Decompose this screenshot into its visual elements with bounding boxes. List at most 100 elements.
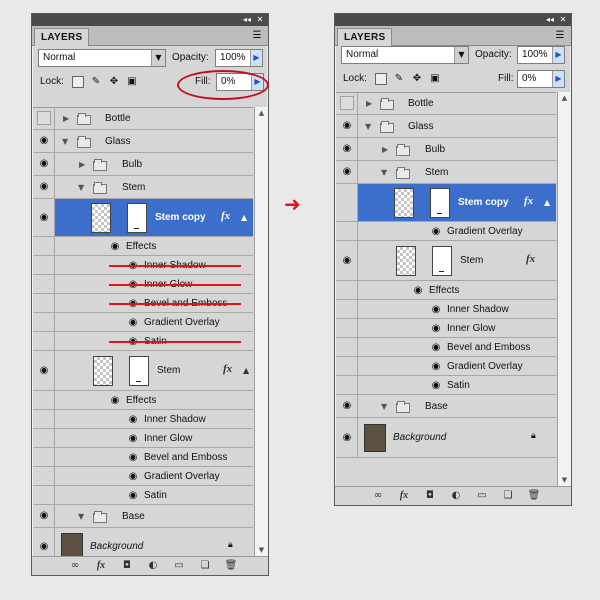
eye-icon[interactable]: ◉ [109, 242, 121, 252]
layer-row-background[interactable]: ◉ Background 🔒︎ [33, 528, 253, 556]
eye-icon[interactable]: ◉ [127, 472, 139, 482]
eye-icon[interactable]: ◉ [38, 366, 50, 376]
effect-row-inner-glow[interactable]: ◉ Inner Glow [33, 429, 253, 448]
tab-layers[interactable]: LAYERS [34, 28, 90, 46]
lock-position-icon[interactable]: ✥ [108, 76, 120, 88]
scroll-up-icon[interactable]: ▲ [558, 92, 571, 104]
visibility-toggle-off[interactable] [37, 111, 51, 125]
eye-icon[interactable]: ◉ [430, 227, 442, 237]
effect-row-gradient-overlay[interactable]: ◉ Gradient Overlay [33, 313, 253, 332]
delete-layer-icon[interactable]: 🗑︎ [224, 559, 238, 573]
collapse-arrow-icon[interactable]: ▼ [62, 137, 68, 147]
eye-icon[interactable]: ◉ [341, 401, 353, 411]
effects-row[interactable]: ◉ Effects [33, 237, 253, 256]
adjustment-layer-icon[interactable]: ◐ [449, 489, 463, 503]
scroll-up-icon[interactable]: ▲ [255, 107, 268, 119]
effect-row-gradient-overlay[interactable]: ◉ Gradient Overlay [336, 357, 556, 376]
opacity-field[interactable]: 100% ▶ [215, 49, 263, 67]
adjustment-layer-icon[interactable]: ◐ [146, 559, 160, 573]
layer-row-glass[interactable]: ◉ ▼ Glass [33, 130, 253, 153]
effect-row-satin[interactable]: ◉ Satin [33, 486, 253, 505]
lock-transparent-pixels-icon[interactable] [375, 73, 387, 85]
lock-all-icon[interactable]: ▣ [429, 73, 441, 85]
eye-icon[interactable]: ◉ [109, 396, 121, 406]
eye-icon[interactable]: ◉ [412, 286, 424, 296]
eye-icon[interactable]: ◉ [430, 362, 442, 372]
new-group-icon[interactable]: ▭ [475, 489, 489, 503]
eye-icon[interactable]: ◉ [341, 433, 353, 443]
panel-menu-icon[interactable]: ☰ [250, 29, 264, 43]
collapse-arrow-icon[interactable]: ▼ [365, 122, 371, 132]
eye-icon[interactable]: ◉ [38, 542, 50, 552]
effects-toggle-up-icon[interactable]: ▲ [243, 366, 249, 376]
effects-toggle-up-icon[interactable]: ▲ [241, 213, 247, 223]
link-layers-icon[interactable]: ∞ [371, 489, 385, 503]
add-mask-icon[interactable]: ◘ [120, 559, 134, 573]
layer-row-background[interactable]: ◉ Background 🔒︎ [336, 418, 556, 458]
opacity-slider-arrow-icon[interactable]: ▶ [552, 47, 564, 63]
collapse-arrow-icon[interactable]: ▼ [381, 168, 387, 178]
layers-scrollbar[interactable]: ▲ ▼ [557, 92, 571, 486]
effects-row[interactable]: ◉ Effects [33, 391, 253, 410]
eye-icon[interactable]: ◉ [430, 324, 442, 334]
layer-row-bottle[interactable]: ▶ Bottle [336, 93, 556, 115]
effect-row-inner-glow[interactable]: ◉ Inner Glow [33, 275, 253, 294]
layer-row-base[interactable]: ◉ ▼ Base [336, 395, 556, 418]
layer-row-stem-group[interactable]: ◉ ▼ Stem [33, 176, 253, 199]
fx-icon[interactable]: fx [397, 489, 411, 503]
effect-row-inner-shadow[interactable]: ◉ Inner Shadow [336, 300, 556, 319]
eye-icon[interactable]: ◉ [127, 491, 139, 501]
layers-scrollbar[interactable]: ▲ ▼ [254, 107, 268, 556]
close-icon[interactable]: ✕ [255, 15, 265, 25]
fx-icon[interactable]: fx [221, 210, 230, 222]
scroll-down-icon[interactable]: ▼ [255, 544, 268, 556]
eye-icon[interactable]: ◉ [38, 159, 50, 169]
expand-arrow-icon[interactable]: ▶ [366, 99, 372, 109]
fx-icon[interactable]: fx [526, 253, 535, 265]
layer-row-bottle[interactable]: ▶ Bottle [33, 108, 253, 130]
effect-row-bevel-emboss[interactable]: ◉ Bevel and Emboss [33, 294, 253, 313]
fx-icon[interactable]: fx [524, 195, 533, 207]
layer-row-stem[interactable]: ◉ Stem fx [336, 241, 556, 281]
layer-row-glass[interactable]: ◉ ▼ Glass [336, 115, 556, 138]
eye-icon[interactable]: ◉ [341, 121, 353, 131]
layer-row-stem-group[interactable]: ◉ ▼ Stem [336, 161, 556, 184]
effect-row-bevel-emboss[interactable]: ◉ Bevel and Emboss [336, 338, 556, 357]
eye-icon[interactable]: ◉ [430, 381, 442, 391]
effects-row[interactable]: ◉ Effects [336, 281, 556, 300]
expand-arrow-icon[interactable]: ▶ [63, 114, 69, 124]
new-layer-icon[interactable]: ❏ [198, 559, 212, 573]
lock-position-icon[interactable]: ✥ [411, 73, 423, 85]
collapse-double-arrow-icon[interactable]: ◂◂ [242, 15, 252, 25]
effect-row-gradient-overlay[interactable]: ◉ Gradient Overlay [336, 222, 556, 241]
lock-image-pixels-icon[interactable]: ✎ [90, 76, 102, 88]
link-layers-icon[interactable]: ∞ [68, 559, 82, 573]
expand-arrow-icon[interactable]: ▶ [382, 145, 388, 155]
close-icon[interactable]: ✕ [558, 15, 568, 25]
collapse-arrow-icon[interactable]: ▼ [381, 402, 387, 412]
eye-icon[interactable]: ◉ [38, 213, 50, 223]
effect-row-satin[interactable]: ◉ Satin [33, 332, 253, 351]
fx-icon[interactable]: fx [94, 559, 108, 573]
blend-mode-select[interactable]: Normal ▼ [341, 46, 469, 64]
lock-transparent-pixels-icon[interactable] [72, 76, 84, 88]
eye-icon[interactable]: ◉ [430, 343, 442, 353]
lock-all-icon[interactable]: ▣ [126, 76, 138, 88]
layer-row-bulb[interactable]: ◉ ▶ Bulb [33, 153, 253, 176]
opacity-field[interactable]: 100% ▶ [517, 46, 565, 64]
collapse-arrow-icon[interactable]: ▼ [78, 183, 84, 193]
layer-row-stem-copy[interactable]: ◉ Stem copy fx ▲ [33, 199, 253, 237]
eye-icon[interactable]: ◉ [127, 453, 139, 463]
effect-row-inner-shadow[interactable]: ◉ Inner Shadow [33, 256, 253, 275]
collapse-double-arrow-icon[interactable]: ◂◂ [545, 15, 555, 25]
effect-row-bevel-emboss[interactable]: ◉ Bevel and Emboss [33, 448, 253, 467]
fill-field[interactable]: 0% ▶ [517, 70, 565, 88]
eye-icon[interactable]: ◉ [341, 167, 353, 177]
eye-icon[interactable]: ◉ [127, 318, 139, 328]
tab-layers[interactable]: LAYERS [337, 28, 393, 46]
eye-icon[interactable]: ◉ [430, 305, 442, 315]
lock-image-pixels-icon[interactable]: ✎ [393, 73, 405, 85]
blend-mode-select[interactable]: Normal ▼ [38, 49, 166, 67]
effects-toggle-up-icon[interactable]: ▲ [544, 198, 550, 208]
expand-arrow-icon[interactable]: ▶ [79, 160, 85, 170]
